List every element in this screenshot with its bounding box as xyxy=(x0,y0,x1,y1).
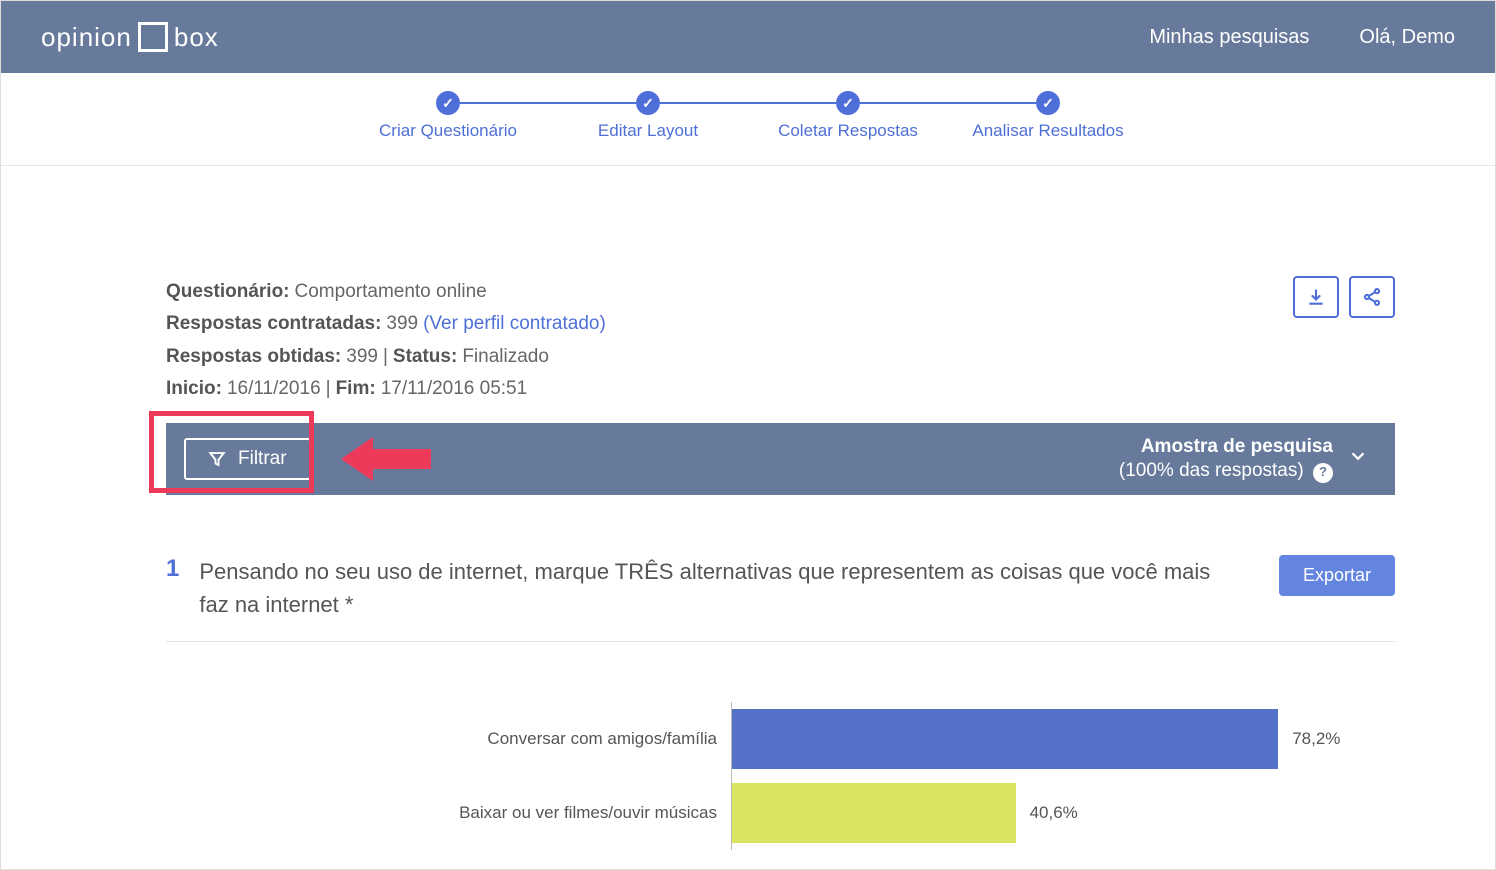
step-label: Analisar Resultados xyxy=(972,121,1123,141)
meta-questionnaire-label: Questionário: xyxy=(166,276,290,308)
chart-bar xyxy=(732,709,1278,769)
help-icon[interactable]: ? xyxy=(1313,463,1333,483)
survey-meta: Questionário: Comportamento online Respo… xyxy=(166,276,606,405)
view-profile-link[interactable]: (Ver perfil contratado) xyxy=(423,308,606,340)
step-label: Editar Layout xyxy=(598,121,698,141)
check-circle-icon: ✓ xyxy=(436,91,460,115)
chevron-down-icon[interactable] xyxy=(1347,445,1369,473)
logo-square-icon xyxy=(138,22,168,52)
app-header: opinion box Minhas pesquisas Olá, Demo xyxy=(1,1,1495,73)
meta-end-label: Fim: xyxy=(336,373,376,405)
step-label: Coletar Respostas xyxy=(778,121,918,141)
meta-status-value: Finalizado xyxy=(462,341,549,373)
sample-info[interactable]: Amostra de pesquisa (100% das respostas)… xyxy=(1119,435,1369,484)
question-text: Pensando no seu uso de internet, marque … xyxy=(199,555,1259,621)
progress-stepper: ✓ Criar Questionário ✓ Editar Layout ✓ C… xyxy=(1,73,1495,166)
step-analyze[interactable]: ✓ Analisar Resultados xyxy=(948,91,1148,141)
results-chart: Conversar com amigos/família 78,2% Baixa… xyxy=(166,702,1395,850)
nav-my-surveys[interactable]: Minhas pesquisas xyxy=(1149,26,1309,49)
question-section: 1 Pensando no seu uso de internet, marqu… xyxy=(166,555,1395,850)
step-label: Criar Questionário xyxy=(379,121,517,141)
meta-contracted-label: Respostas contratadas: xyxy=(166,308,381,340)
logo: opinion box xyxy=(41,22,219,53)
check-circle-icon: ✓ xyxy=(1036,91,1060,115)
sample-subtitle: (100% das respostas) xyxy=(1119,460,1304,481)
step-create[interactable]: ✓ Criar Questionário xyxy=(348,91,548,141)
annotation-arrow-icon xyxy=(341,437,431,481)
chart-category-label: Baixar ou ver filmes/ouvir músicas xyxy=(166,803,731,823)
meta-questionnaire-value: Comportamento online xyxy=(295,276,487,308)
sample-title: Amostra de pesquisa xyxy=(1119,435,1333,460)
logo-text-right: box xyxy=(174,22,219,53)
header-nav: Minhas pesquisas Olá, Demo xyxy=(1149,26,1455,49)
chart-category-label: Conversar com amigos/família xyxy=(166,729,731,749)
download-icon xyxy=(1306,287,1326,307)
step-layout[interactable]: ✓ Editar Layout xyxy=(548,91,748,141)
meta-status-label: Status: xyxy=(393,341,457,373)
check-circle-icon: ✓ xyxy=(636,91,660,115)
filter-button[interactable]: Filtrar xyxy=(184,438,311,480)
check-circle-icon: ✓ xyxy=(836,91,860,115)
chart-value-label: 40,6% xyxy=(1030,803,1078,823)
download-button[interactable] xyxy=(1293,276,1339,318)
export-button[interactable]: Exportar xyxy=(1279,555,1395,596)
main-content: Questionário: Comportamento online Respo… xyxy=(1,166,1495,850)
meta-obtained-label: Respostas obtidas: xyxy=(166,341,341,373)
share-button[interactable] xyxy=(1349,276,1395,318)
meta-end-value: 17/11/2016 05:51 xyxy=(381,373,528,405)
chart-value-label: 78,2% xyxy=(1292,729,1340,749)
meta-start-value: 16/11/2016 xyxy=(227,373,321,405)
logo-text-left: opinion xyxy=(41,22,132,53)
filter-bar: Filtrar Amostra de pesquisa (100% das re… xyxy=(166,423,1395,495)
meta-actions xyxy=(1293,276,1395,318)
meta-start-label: Inicio: xyxy=(166,373,222,405)
user-greeting[interactable]: Olá, Demo xyxy=(1359,26,1455,49)
filter-icon xyxy=(208,450,226,468)
question-number: 1 xyxy=(166,555,179,583)
chart-row: Baixar ou ver filmes/ouvir músicas 40,6% xyxy=(166,776,1395,850)
meta-obtained-value: 399 xyxy=(346,341,378,373)
filter-button-label: Filtrar xyxy=(238,448,287,470)
step-collect[interactable]: ✓ Coletar Respostas xyxy=(748,91,948,141)
chart-row: Conversar com amigos/família 78,2% xyxy=(166,702,1395,776)
meta-contracted-value: 399 xyxy=(386,308,418,340)
chart-bar xyxy=(732,783,1016,843)
share-icon xyxy=(1362,287,1382,307)
